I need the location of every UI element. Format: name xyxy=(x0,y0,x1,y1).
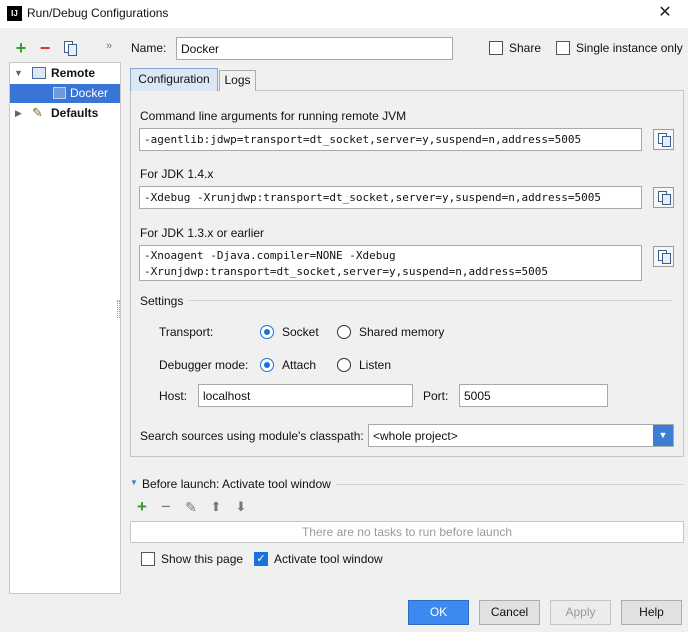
debugger-attach-radio[interactable] xyxy=(260,358,274,372)
tree-item-remote[interactable]: ▼ Remote xyxy=(10,64,120,83)
remove-task-button[interactable]: − xyxy=(158,497,174,516)
more-actions-icon[interactable]: » xyxy=(106,40,112,52)
collapse-down-icon[interactable]: ▼ xyxy=(130,478,138,487)
window-title: Run/Debug Configurations xyxy=(27,6,169,20)
transport-label: Transport: xyxy=(159,325,214,339)
debugger-mode-label: Debugger mode: xyxy=(159,358,249,372)
debugger-attach-label: Attach xyxy=(282,358,317,372)
name-label: Name: xyxy=(131,41,167,55)
cancel-button[interactable]: Cancel xyxy=(479,600,540,625)
arrow-down-icon: ⬇ xyxy=(235,499,247,514)
app-icon-letters: IJ xyxy=(11,9,18,18)
share-label: Share xyxy=(509,41,542,55)
single-instance-label: Single instance only xyxy=(576,41,683,55)
name-field[interactable]: Docker xyxy=(176,37,453,60)
copy-icon-front xyxy=(662,194,671,205)
single-instance-checkbox[interactable] xyxy=(556,41,570,55)
jdk13-line-1: -Xnoagent -Djava.compiler=NONE -Xdebug xyxy=(144,249,396,262)
activate-tool-window-checkbox[interactable]: ✓ xyxy=(254,552,268,566)
configurations-tree[interactable]: ▼ Remote Docker ▶ ✎ Defaults xyxy=(9,62,121,594)
copy-jdk14-button[interactable] xyxy=(653,187,674,208)
settings-label: Settings xyxy=(140,294,184,308)
jdk14-field[interactable]: -Xdebug -Xrunjdwp:transport=dt_socket,se… xyxy=(139,186,642,209)
transport-shared-memory-label: Shared memory xyxy=(359,325,445,339)
share-checkbox[interactable] xyxy=(489,41,503,55)
apply-button[interactable]: Apply xyxy=(550,600,611,625)
name-field-value: Docker xyxy=(181,42,220,56)
settings-separator xyxy=(188,300,672,301)
tree-item-defaults[interactable]: ▶ ✎ Defaults xyxy=(10,104,120,123)
jdk13-field[interactable]: -Xnoagent -Djava.compiler=NONE -Xdebug -… xyxy=(139,245,642,281)
expand-right-icon[interactable]: ▶ xyxy=(15,104,22,123)
tab-logs[interactable]: Logs xyxy=(219,70,256,91)
remote-config-icon xyxy=(32,67,46,79)
host-value: localhost xyxy=(203,389,251,403)
debugger-listen-radio[interactable] xyxy=(337,358,351,372)
before-launch-separator xyxy=(336,484,684,485)
plus-icon: + xyxy=(137,497,147,516)
show-page-label: Show this page xyxy=(161,552,244,566)
title-bar: IJ Run/Debug Configurations ✕ xyxy=(0,0,688,28)
chevron-down-icon[interactable]: ▼ xyxy=(653,425,673,446)
copy-configuration-button[interactable] xyxy=(62,40,78,57)
port-field[interactable]: 5005 xyxy=(459,384,608,407)
jdk13-label: For JDK 1.3.x or earlier xyxy=(140,226,265,240)
copy-icon-front xyxy=(662,136,671,147)
cmd-args-value: -agentlib:jdwp=transport=dt_socket,serve… xyxy=(144,133,582,146)
panel-splitter[interactable] xyxy=(117,300,120,318)
intellij-app-icon: IJ xyxy=(7,6,22,21)
copy-icon-front xyxy=(662,253,671,264)
transport-shared-memory-radio[interactable] xyxy=(337,325,351,339)
minus-icon: − xyxy=(39,38,51,58)
check-icon: ✓ xyxy=(256,553,266,565)
host-label: Host: xyxy=(159,389,188,403)
activate-tool-window-label: Activate tool window xyxy=(274,552,383,566)
tree-item-docker[interactable]: Docker xyxy=(10,84,120,103)
transport-socket-radio[interactable] xyxy=(260,325,274,339)
close-icon: ✕ xyxy=(658,4,672,21)
remote-config-icon xyxy=(53,87,66,99)
ok-button[interactable]: OK xyxy=(408,600,469,625)
copy-jdk13-button[interactable] xyxy=(653,246,674,267)
jdk13-line-2: -Xrunjdwp:transport=dt_socket,server=y,s… xyxy=(144,265,548,278)
cmd-args-label: Command line arguments for running remot… xyxy=(140,109,407,123)
host-field[interactable]: localhost xyxy=(198,384,413,407)
classpath-selected-value: <whole project> xyxy=(373,429,458,443)
tab-configuration[interactable]: Configuration xyxy=(130,68,218,91)
tree-item-label: Docker xyxy=(70,86,109,100)
plus-icon: + xyxy=(15,38,27,58)
cmd-args-field[interactable]: -agentlib:jdwp=transport=dt_socket,serve… xyxy=(139,128,642,151)
classpath-select[interactable]: <whole project> ▼ xyxy=(368,424,674,447)
before-launch-title: Before launch: Activate tool window xyxy=(142,477,331,491)
close-window-button[interactable]: ✕ xyxy=(650,2,680,24)
show-page-checkbox[interactable] xyxy=(141,552,155,566)
pencil-icon: ✎ xyxy=(185,499,197,515)
edit-task-button[interactable]: ✎ xyxy=(183,499,199,515)
expand-down-icon[interactable]: ▼ xyxy=(14,64,23,83)
debugger-listen-label: Listen xyxy=(359,358,392,372)
jdk14-label: For JDK 1.4.x xyxy=(140,167,214,181)
wrench-icon: ✎ xyxy=(32,105,43,120)
add-configuration-button[interactable]: + xyxy=(12,39,30,57)
transport-socket-label: Socket xyxy=(282,325,319,339)
tasks-empty-text: There are no tasks to run before launch xyxy=(301,525,513,539)
port-label: Port: xyxy=(423,389,449,403)
help-button[interactable]: Help xyxy=(621,600,682,625)
tree-item-label: Remote xyxy=(51,66,96,80)
move-down-button[interactable]: ⬇ xyxy=(233,499,249,515)
add-task-button[interactable]: + xyxy=(134,497,150,516)
port-value: 5005 xyxy=(464,389,491,403)
jdk14-value: -Xdebug -Xrunjdwp:transport=dt_socket,se… xyxy=(144,191,601,204)
tree-item-label: Defaults xyxy=(51,106,99,120)
copy-icon-front xyxy=(68,44,77,56)
copy-cmd-button[interactable] xyxy=(653,129,674,150)
classpath-label: Search sources using module's classpath: xyxy=(140,429,364,443)
tasks-list[interactable]: There are no tasks to run before launch xyxy=(130,521,684,543)
arrow-up-icon: ⬆ xyxy=(210,499,222,514)
minus-icon: − xyxy=(161,497,171,516)
remove-configuration-button[interactable]: − xyxy=(36,39,54,57)
move-up-button[interactable]: ⬆ xyxy=(208,499,224,515)
